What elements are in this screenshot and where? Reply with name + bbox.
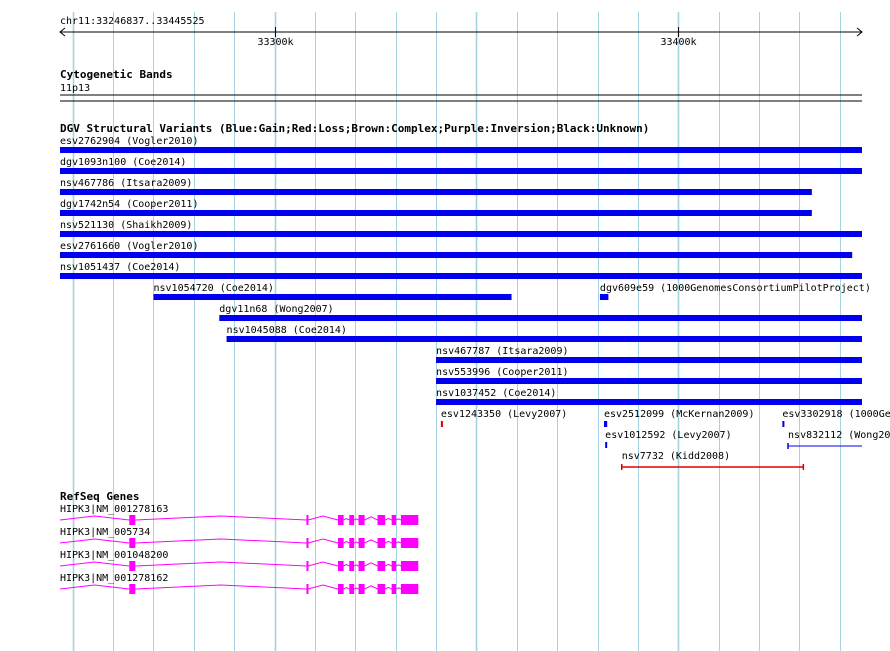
cytoband-track-title: Cytogenetic Bands [60, 68, 173, 81]
dgv-feature-label: nsv832112 (Wong2007) [788, 430, 890, 441]
dgv-track-title: DGV Structural Variants (Blue:Gain;Red:L… [60, 122, 649, 135]
genome-track-viewer[interactable]: chr11:33246837..33445525 33300k 33400k Cy… [0, 0, 890, 651]
gene-exon[interactable] [306, 561, 309, 571]
dgv-feature-label: nsv553996 (Cooper2011) [436, 367, 568, 378]
dgv-feature-bar[interactable] [440, 421, 443, 427]
dgv-feature-label: nsv467786 (Itsara2009) [60, 178, 192, 189]
gene-label: HIPK3|NM_001278162 [60, 573, 168, 584]
dgv-feature-label: dgv11n68 (Wong2007) [219, 304, 333, 315]
gene-exon[interactable] [358, 515, 365, 525]
gene-exon[interactable] [129, 515, 136, 525]
gene-exon[interactable] [129, 561, 136, 571]
dgv-feature-label: nsv1051437 (Coe2014) [60, 262, 180, 273]
gene-exon[interactable] [349, 538, 355, 548]
gene-exon[interactable] [349, 584, 355, 594]
gene-label: HIPK3|NM_001048200 [60, 550, 168, 561]
dgv-feature-label: nsv521130 (Shaikh2009) [60, 220, 192, 231]
gene-exon[interactable] [306, 584, 309, 594]
dgv-feature-bar[interactable] [436, 399, 862, 405]
ruler-tick-label: 33400k [660, 37, 696, 48]
gene-exon[interactable] [358, 538, 365, 548]
dgv-feature-bar[interactable] [436, 357, 862, 363]
dgv-feature-bar[interactable] [60, 210, 812, 216]
cytoband-label: 11p13 [60, 83, 90, 94]
dgv-feature-bar[interactable] [60, 231, 862, 237]
dgv-feature-label: dgv1093n100 (Coe2014) [60, 157, 186, 168]
dgv-feature-label: dgv609e59 (1000GenomesConsortiumPilotPro… [600, 283, 871, 294]
gene-exon[interactable] [377, 538, 386, 548]
dgv-feature-bar[interactable] [436, 378, 862, 384]
location-label: chr11:33246837..33445525 [60, 16, 205, 27]
gene-label: HIPK3|NM_001278163 [60, 504, 168, 515]
dgv-feature-label: esv3302918 (1000Genomes) [782, 409, 890, 420]
gene-exon[interactable] [337, 584, 344, 594]
dgv-feature-label: esv2762904 (Vogler2010) [60, 136, 198, 147]
dgv-feature-bar[interactable] [226, 336, 862, 342]
gene-exon[interactable] [391, 561, 397, 571]
gene-exon[interactable] [358, 584, 365, 594]
gene-exon[interactable] [400, 584, 419, 594]
gene-label: HIPK3|NM_005734 [60, 527, 150, 538]
gene-exon[interactable] [306, 515, 309, 525]
dgv-feature-label: nsv467787 (Itsara2009) [436, 346, 568, 357]
gene-exon[interactable] [337, 561, 344, 571]
gene-exon[interactable] [349, 515, 355, 525]
dgv-feature-label: dgv1742n54 (Cooper2011) [60, 199, 198, 210]
dgv-feature-label: esv1243350 (Levy2007) [441, 409, 567, 420]
dgv-feature-bar[interactable] [782, 421, 785, 427]
gene-exon[interactable] [400, 538, 419, 548]
gene-exon[interactable] [400, 561, 419, 571]
gene-exon[interactable] [391, 584, 397, 594]
gene-exon[interactable] [377, 515, 386, 525]
dgv-feature-label: nsv1054720 (Coe2014) [153, 283, 273, 294]
gene-exon[interactable] [337, 538, 344, 548]
ruler-tick-label: 33300k [257, 37, 293, 48]
gene-exon[interactable] [391, 538, 397, 548]
dgv-feature-bar[interactable] [60, 273, 862, 279]
dgv-feature-bar[interactable] [605, 442, 608, 448]
dgv-feature-bar[interactable] [153, 294, 512, 300]
dgv-feature-bar[interactable] [599, 294, 609, 300]
dgv-feature-bar[interactable] [219, 315, 863, 321]
gene-exon[interactable] [349, 561, 355, 571]
dgv-feature-bar[interactable] [60, 252, 853, 258]
dgv-feature-label: esv2761660 (Vogler2010) [60, 241, 198, 252]
gene-exon[interactable] [129, 538, 136, 548]
gene-exon[interactable] [391, 515, 397, 525]
dgv-feature-label: esv2512099 (McKernan2009) [604, 409, 755, 420]
dgv-feature-label: nsv1037452 (Coe2014) [436, 388, 556, 399]
gene-exon[interactable] [400, 515, 419, 525]
refseq-track-title: RefSeq Genes [60, 490, 139, 503]
dgv-feature-label: nsv7732 (Kidd2008) [622, 451, 730, 462]
dgv-feature-label: esv1012592 (Levy2007) [605, 430, 731, 441]
gene-exon[interactable] [377, 561, 386, 571]
dgv-feature-bar[interactable] [60, 189, 812, 195]
dgv-feature-bar[interactable] [60, 168, 862, 174]
gene-exon[interactable] [306, 538, 309, 548]
gene-exon[interactable] [358, 561, 365, 571]
dgv-feature-label: nsv1045088 (Coe2014) [227, 325, 347, 336]
dgv-feature-bar[interactable] [603, 421, 608, 427]
dgv-feature-bar[interactable] [60, 147, 862, 153]
gene-exon[interactable] [377, 584, 386, 594]
gene-exon[interactable] [337, 515, 344, 525]
gene-exon[interactable] [129, 584, 136, 594]
